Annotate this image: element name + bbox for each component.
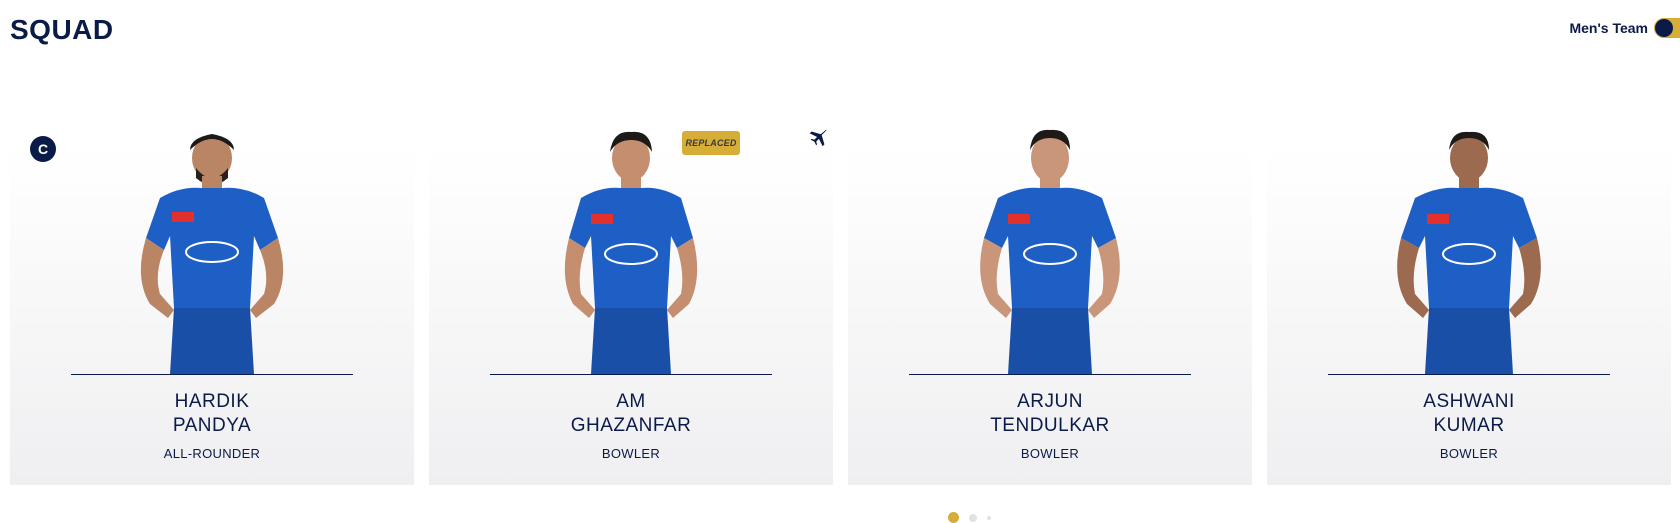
player-last-name: TENDULKAR — [990, 415, 1110, 436]
player-first-name: ARJUN — [1017, 391, 1083, 412]
card-divider — [909, 374, 1191, 375]
player-last-name: PANDYA — [172, 415, 252, 436]
player-card-arjun-tendulkar[interactable]: ARJUN TENDULKAR BOWLER — [848, 62, 1252, 485]
plane-icon — [809, 129, 827, 147]
player-first-name: AM — [616, 391, 646, 412]
page-header: SQUAD Men's Team — [10, 12, 1680, 46]
player-name: AM GHAZANFAR — [429, 390, 833, 438]
player-photo — [980, 129, 1120, 374]
pagination-dot[interactable] — [987, 515, 991, 520]
player-name: HARDIK PANDYA — [10, 390, 414, 438]
player-first-name: HARDIK — [174, 391, 250, 412]
pagination-dot-active[interactable] — [948, 512, 959, 523]
team-switch[interactable]: Men's Team — [1569, 18, 1680, 38]
card-divider — [1328, 374, 1610, 375]
captain-badge: C — [30, 136, 56, 162]
player-first-name: ASHWANI — [1423, 391, 1515, 412]
player-name: ARJUN TENDULKAR — [848, 390, 1252, 438]
player-card-ashwani-kumar[interactable]: ASHWANI KUMAR BOWLER — [1267, 62, 1671, 485]
player-last-name: KUMAR — [1433, 415, 1505, 436]
player-card-hardik-pandya[interactable]: C HARDIK PANDYA ALL-ROUNDER — [10, 62, 414, 485]
team-toggle-label: Men's Team — [1569, 20, 1648, 36]
squad-carousel[interactable]: C HARDIK PANDYA ALL-ROUNDER REPLACED AM … — [10, 62, 1680, 485]
card-divider — [490, 374, 772, 375]
player-last-name: GHAZANFAR — [570, 415, 692, 436]
player-photo — [140, 134, 284, 374]
team-toggle[interactable] — [1654, 18, 1680, 38]
page-title: SQUAD — [10, 14, 114, 45]
player-card-am-ghazanfar[interactable]: REPLACED AM GHAZANFAR BOWLER — [429, 62, 833, 485]
toggle-knob — [1655, 19, 1673, 37]
player-role: BOWLER — [601, 446, 661, 461]
player-role: ALL-ROUNDER — [163, 446, 261, 461]
pagination-dot[interactable] — [969, 513, 977, 522]
player-role: BOWLER — [1020, 446, 1080, 461]
player-photo — [1397, 131, 1541, 374]
card-divider — [71, 374, 353, 375]
player-photo — [564, 131, 698, 374]
player-name: ASHWANI KUMAR — [1267, 390, 1671, 438]
carousel-pagination — [948, 512, 991, 523]
player-role: BOWLER — [1439, 446, 1499, 461]
